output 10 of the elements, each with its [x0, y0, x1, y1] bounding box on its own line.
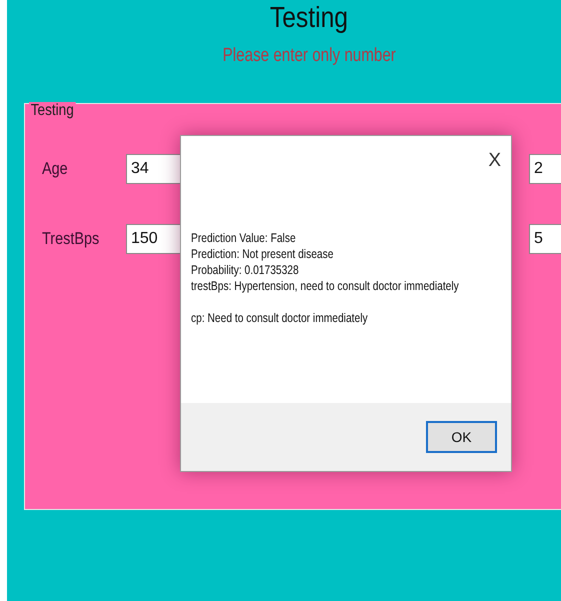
- field-label: Age: [41, 159, 69, 179]
- message-text: Probability: 0.01735328: [191, 262, 299, 278]
- group-title: Testing: [29, 102, 76, 120]
- page-title: Testing: [270, 3, 348, 33]
- hint-text: Please enter only number: [222, 45, 396, 67]
- field-label: TrestBps: [41, 229, 100, 249]
- message-text: trestBps: Hypertension, need to consult doctor immediately: [191, 278, 459, 294]
- message-text: Prediction: Not present disease: [191, 246, 334, 262]
- message-text: Prediction Value: False: [191, 230, 296, 246]
- message-text: cp: Need to consult doctor immediately: [191, 310, 368, 326]
